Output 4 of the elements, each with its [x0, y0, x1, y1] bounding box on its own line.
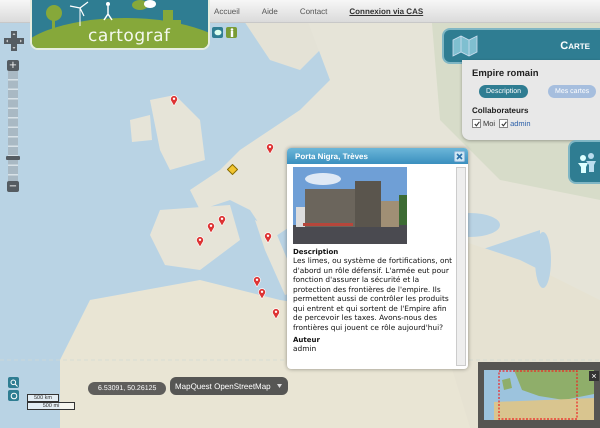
nav-link[interactable]: Aide: [262, 6, 278, 16]
nav-link[interactable]: Accueil: [214, 6, 240, 16]
login-link[interactable]: Connexion via CAS: [349, 6, 424, 16]
nav-link[interactable]: Contact: [300, 6, 328, 16]
